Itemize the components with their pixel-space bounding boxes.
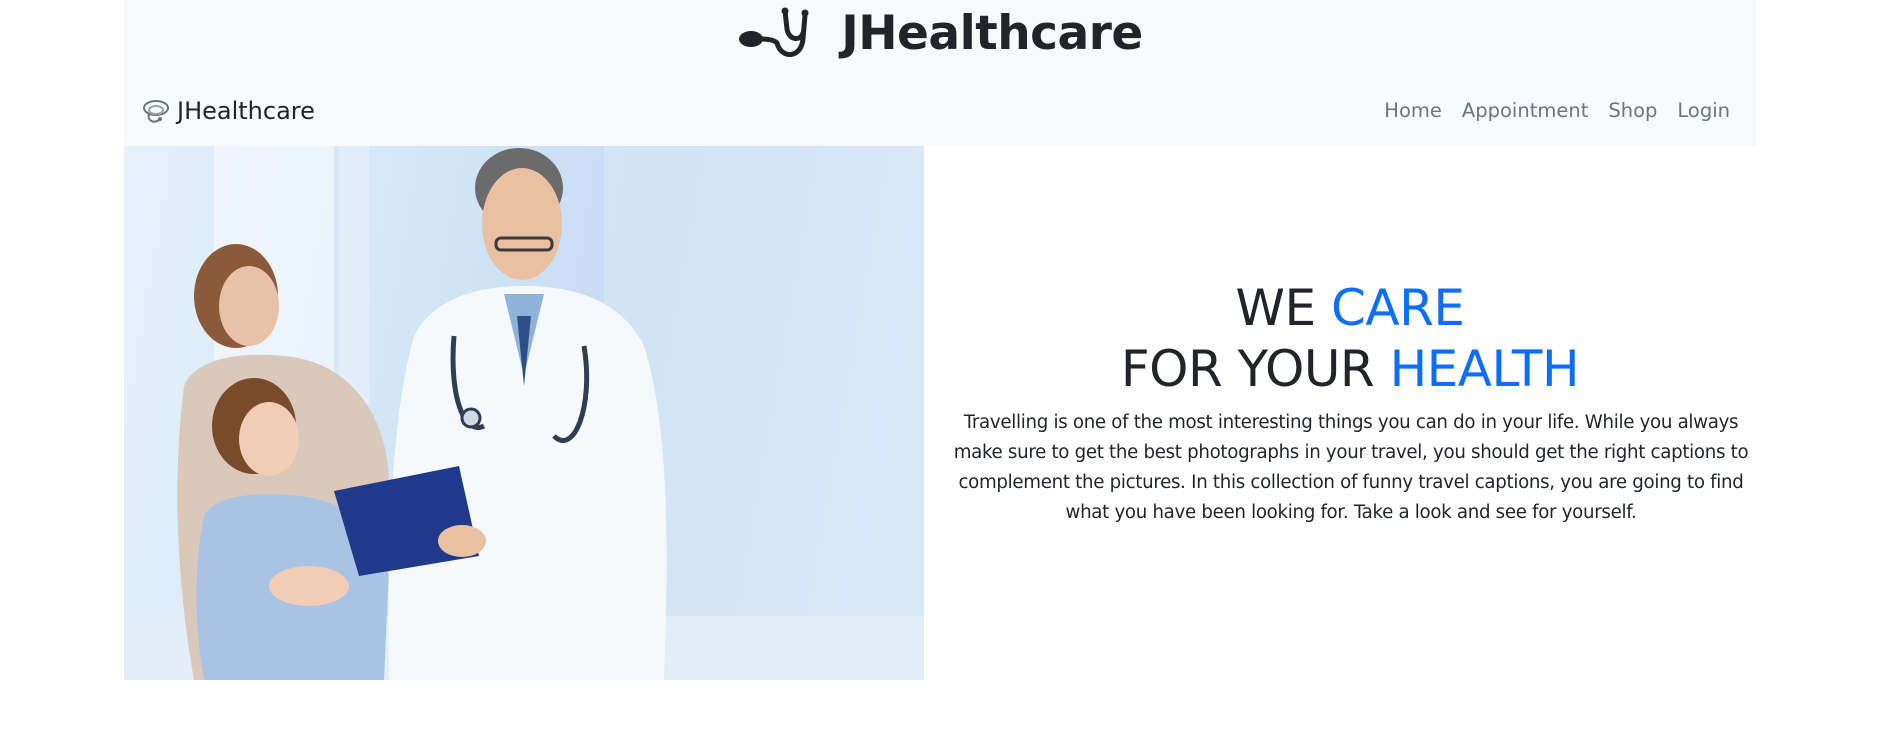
site-title: JHealthcare bbox=[841, 5, 1143, 61]
nav-links: Home Appointment Shop Login bbox=[1384, 96, 1730, 126]
hero-headline: WE CARE FOR YOUR HEALTH bbox=[944, 278, 1756, 400]
navbar: JHealthcare Home Appointment Shop Login bbox=[124, 90, 1756, 132]
navbar-brand-label: JHealthcare bbox=[177, 97, 315, 125]
navbar-brand[interactable]: JHealthcare bbox=[141, 94, 315, 128]
header-bar: JHealthcare JHealthcare Home Appointment… bbox=[124, 0, 1756, 146]
stethoscope-icon bbox=[737, 5, 817, 61]
site-header: JHealthcare bbox=[124, 0, 1756, 66]
headline-care: CARE bbox=[1330, 279, 1465, 337]
nav-link-appointment[interactable]: Appointment bbox=[1462, 96, 1588, 126]
hero-image bbox=[124, 146, 924, 680]
headline-health: HEALTH bbox=[1389, 340, 1580, 398]
nav-link-login[interactable]: Login bbox=[1677, 96, 1730, 126]
hero-description: Travelling is one of the most interestin… bbox=[953, 412, 1749, 523]
doctor-family-photo bbox=[124, 146, 924, 680]
nav-link-home[interactable]: Home bbox=[1384, 96, 1442, 126]
headline-for-your: FOR YOUR bbox=[1120, 340, 1390, 398]
page-container: JHealthcare JHealthcare Home Appointment… bbox=[124, 0, 1756, 731]
headline-we: WE bbox=[1235, 279, 1331, 337]
nav-link-shop[interactable]: Shop bbox=[1608, 96, 1657, 126]
stethoscope-icon bbox=[141, 96, 171, 126]
hero-text: WE CARE FOR YOUR HEALTH Travelling is on… bbox=[944, 146, 1756, 680]
